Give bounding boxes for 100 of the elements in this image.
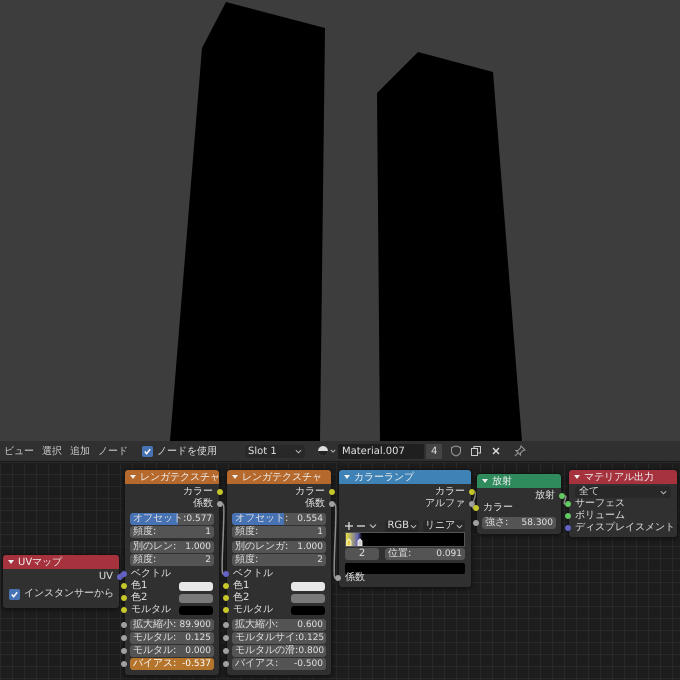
socket-dot[interactable] xyxy=(565,513,571,519)
socket-dot[interactable] xyxy=(469,489,475,495)
number-field[interactable]: オフセット: 0.554 xyxy=(232,513,326,525)
menu-item[interactable]: ビュー xyxy=(4,444,34,458)
collapse-icon[interactable] xyxy=(8,559,14,565)
menu-item[interactable]: ノード xyxy=(98,444,128,458)
plus-icon[interactable] xyxy=(345,522,353,530)
socket-dot[interactable] xyxy=(223,661,229,667)
socket-dot[interactable] xyxy=(223,571,229,577)
socket-dot[interactable] xyxy=(121,583,127,589)
stop-index-field[interactable]: 2 xyxy=(345,548,379,560)
socket-dot[interactable] xyxy=(121,622,127,628)
number-field[interactable]: 強さ: 58.300 xyxy=(482,517,556,529)
socket-dot[interactable] xyxy=(565,525,571,531)
socket-dot[interactable] xyxy=(121,571,127,577)
number-field[interactable]: モルタルの滑:0.800 xyxy=(232,645,326,657)
node-header[interactable]: UVマップ xyxy=(3,555,119,569)
socket-dot[interactable] xyxy=(335,575,341,581)
color-swatch[interactable] xyxy=(179,594,213,602)
socket-label: モルタル xyxy=(233,604,274,616)
collapse-icon[interactable] xyxy=(130,474,136,480)
node-panel[interactable]: UVマップ UV インスタンサーから xyxy=(2,554,120,609)
number-field[interactable]: モルタル: 0.000 xyxy=(130,645,214,657)
socket-label: ボリューム xyxy=(575,510,625,522)
number-field[interactable]: 別のレン: 1.000 xyxy=(130,541,214,553)
socket-dot[interactable] xyxy=(217,501,223,507)
checkbox[interactable] xyxy=(9,588,20,600)
node-panel[interactable]: 放射 放射 カラー 強さ: 58.300 xyxy=(476,473,562,535)
color-mode-dropdown[interactable]: RGB xyxy=(385,520,419,532)
checkbox[interactable] xyxy=(142,446,153,456)
socket-dot[interactable] xyxy=(217,489,223,495)
color-swatch[interactable] xyxy=(345,562,465,574)
socket-dot[interactable] xyxy=(121,648,127,654)
number-field[interactable]: モルタル: 0.125 xyxy=(130,632,214,644)
socket-dot[interactable] xyxy=(473,520,479,526)
number-field[interactable]: 別のレンガ: 1.000 xyxy=(232,541,326,553)
chevron-icon[interactable] xyxy=(295,448,302,454)
color-ramp-bar[interactable] xyxy=(345,532,465,547)
duplicate-icon[interactable] xyxy=(470,445,482,457)
socket-dot[interactable] xyxy=(223,622,229,628)
socket-dot[interactable] xyxy=(565,501,571,507)
socket-dot[interactable] xyxy=(223,595,229,601)
socket-dot[interactable] xyxy=(223,583,229,589)
socket-dot[interactable] xyxy=(329,489,335,495)
interpolation-dropdown[interactable]: リニア xyxy=(423,520,465,532)
number-field[interactable]: バイアス: -0.537 xyxy=(130,658,214,670)
node-panel[interactable]: カラーランプ カラー アルファ RGB リニア 2 位置: 0.091 係数 xyxy=(338,469,472,588)
dropdown[interactable]: 全て xyxy=(575,486,671,498)
color-swatch[interactable] xyxy=(179,582,213,590)
socket-dot[interactable] xyxy=(559,493,565,499)
color-swatch[interactable] xyxy=(291,582,325,590)
chevron-icon[interactable] xyxy=(660,488,667,496)
node-title: マテリアル出力 xyxy=(584,470,654,484)
collapse-icon[interactable] xyxy=(232,474,238,480)
socket-dot[interactable] xyxy=(329,501,335,507)
socket-dot[interactable] xyxy=(121,595,127,601)
number-field[interactable]: 拡大縮小: 0.600 xyxy=(232,619,326,631)
node-header[interactable]: レンガテクスチャ xyxy=(227,470,331,484)
chevron-icon[interactable] xyxy=(369,522,377,530)
socket-dot[interactable] xyxy=(121,607,127,613)
menu-item[interactable]: 追加 xyxy=(70,444,90,458)
color-swatch[interactable] xyxy=(179,606,213,614)
material-name-field[interactable]: Material.007 xyxy=(338,444,424,458)
socket-dot[interactable] xyxy=(121,661,127,667)
sphere-icon[interactable] xyxy=(317,445,329,457)
socket-dot[interactable] xyxy=(223,607,229,613)
socket-dot[interactable] xyxy=(469,501,475,507)
collapse-icon[interactable] xyxy=(344,474,350,480)
slot-dropdown[interactable]: Slot 1 xyxy=(245,444,305,458)
collapse-icon[interactable] xyxy=(574,474,580,480)
node-header[interactable]: カラーランプ xyxy=(339,470,471,484)
node-header[interactable]: レンガテクスチャ xyxy=(125,470,219,484)
chevron-icon[interactable] xyxy=(330,448,336,454)
chevron-icon[interactable] xyxy=(410,522,417,530)
socket-dot[interactable] xyxy=(117,574,123,580)
socket-label: UV xyxy=(98,571,113,583)
socket-dot[interactable] xyxy=(473,505,479,511)
socket-label: サーフェス xyxy=(575,498,625,510)
number-field[interactable]: 拡大縮小: 89.900 xyxy=(130,619,214,631)
socket-dot[interactable] xyxy=(121,635,127,641)
menu-item[interactable]: 選択 xyxy=(42,444,62,458)
close-icon[interactable] xyxy=(490,445,502,457)
shield-icon[interactable] xyxy=(450,445,462,457)
user-count[interactable]: 4 xyxy=(426,444,442,458)
socket-dot[interactable] xyxy=(223,635,229,641)
color-swatch[interactable] xyxy=(291,594,325,602)
socket-label: カラー xyxy=(295,486,325,498)
color-swatch[interactable] xyxy=(291,606,325,614)
collapse-icon[interactable] xyxy=(482,478,488,484)
chevron-icon[interactable] xyxy=(456,522,463,530)
material-browse-button[interactable] xyxy=(317,445,336,457)
node-header[interactable]: 放射 xyxy=(477,474,561,488)
socket-label: 係数 xyxy=(305,498,325,510)
number-field[interactable]: モルタルサイ:0.125 xyxy=(232,632,326,644)
node-panel[interactable]: マテリアル出力 全て サーフェス ボリューム ディスプレイスメント xyxy=(568,469,678,538)
number-field[interactable]: バイアス: -0.500 xyxy=(232,658,326,670)
position-field[interactable]: 位置: 0.091 xyxy=(385,548,465,560)
pin-icon[interactable] xyxy=(514,445,526,457)
socket-dot[interactable] xyxy=(223,648,229,654)
node-header[interactable]: マテリアル出力 xyxy=(569,470,677,484)
